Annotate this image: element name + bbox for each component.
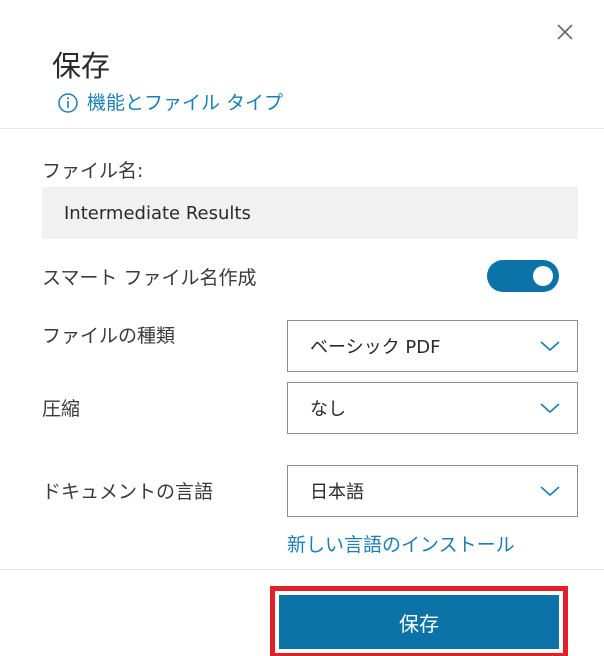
- chevron-down-icon: [540, 403, 560, 414]
- filename-input[interactable]: Intermediate Results: [42, 187, 578, 239]
- header-divider: [0, 128, 604, 129]
- file-type-label: ファイルの種類: [42, 325, 176, 347]
- smart-filename-toggle[interactable]: [487, 260, 559, 292]
- toggle-knob: [533, 266, 553, 286]
- chevron-down-icon: [540, 341, 560, 352]
- document-language-value: 日本語: [310, 482, 364, 503]
- install-language-link[interactable]: 新しい言語のインストール: [287, 532, 515, 558]
- file-type-select[interactable]: ベーシック PDF: [287, 320, 578, 372]
- dialog-title: 保存: [52, 49, 111, 83]
- info-link-label: 機能とファイル タイプ: [87, 92, 284, 114]
- file-type-value: ベーシック PDF: [310, 337, 441, 358]
- document-language-label: ドキュメントの言語: [42, 481, 214, 503]
- compression-select[interactable]: なし: [287, 382, 578, 434]
- info-icon: [57, 92, 79, 114]
- close-button[interactable]: [550, 16, 580, 46]
- smart-filename-label: スマート ファイル名作成: [42, 267, 257, 289]
- chevron-down-icon: [540, 486, 560, 497]
- document-language-select[interactable]: 日本語: [287, 465, 578, 517]
- compression-value: なし: [310, 399, 346, 420]
- filename-label: ファイル名:: [42, 160, 144, 182]
- close-icon: [557, 24, 573, 40]
- save-button[interactable]: 保存: [279, 595, 559, 649]
- compression-label: 圧縮: [42, 398, 81, 420]
- features-file-types-link[interactable]: 機能とファイル タイプ: [57, 90, 283, 116]
- footer-divider: [0, 569, 604, 570]
- save-dialog: 保存 機能とファイル タイプ ファイル名: Intermediate Resul…: [0, 0, 604, 656]
